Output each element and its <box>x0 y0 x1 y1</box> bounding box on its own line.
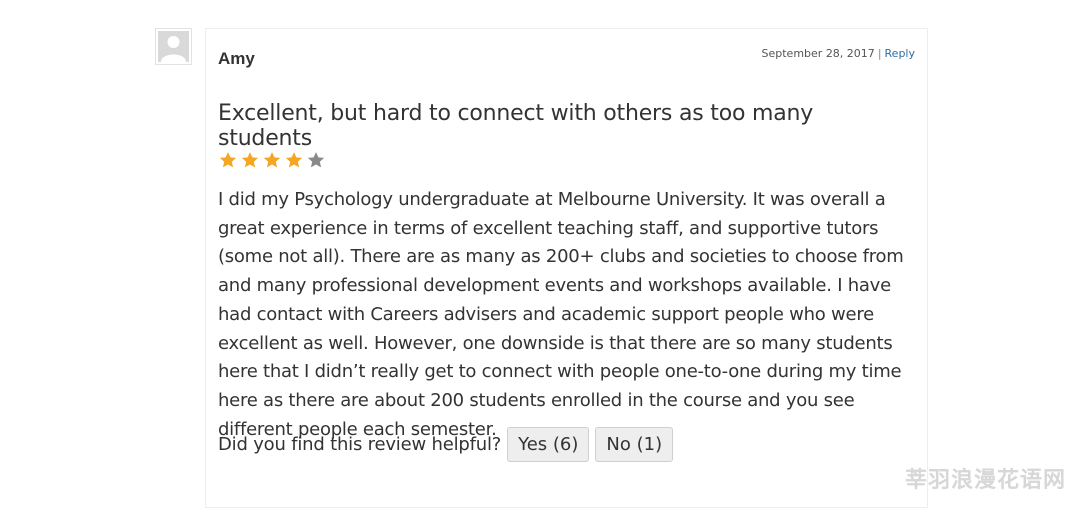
meta-separator: | <box>877 47 882 60</box>
star-filled-icon <box>263 152 281 168</box>
review-meta: September 28, 2017 | Reply <box>762 47 915 60</box>
reply-link[interactable]: Reply <box>885 47 915 60</box>
review-body: I did my Psychology undergraduate at Mel… <box>218 189 904 440</box>
avatar-placeholder-icon <box>158 31 189 62</box>
avatar <box>155 28 192 65</box>
helpful-no-button[interactable]: No (1) <box>595 427 674 462</box>
review-author: Amy <box>218 49 255 68</box>
review-date: September 28, 2017 <box>761 47 875 60</box>
site-watermark: 莘羽浪漫花语网 <box>904 468 1066 493</box>
star-empty-icon <box>307 152 325 168</box>
star-rating <box>218 150 326 170</box>
star-filled-icon <box>285 152 303 168</box>
helpful-section: Did you find this review helpful? Yes (6… <box>218 427 674 462</box>
star-filled-icon <box>241 152 259 168</box>
helpful-question: Did you find this review helpful? <box>218 434 502 455</box>
review-title: Excellent, but hard to connect with othe… <box>218 101 814 151</box>
helpful-yes-button[interactable]: Yes (6) <box>507 427 590 462</box>
star-filled-icon <box>219 152 237 168</box>
review-card: Amy September 28, 2017 | Reply Excellent, … <box>205 28 928 508</box>
